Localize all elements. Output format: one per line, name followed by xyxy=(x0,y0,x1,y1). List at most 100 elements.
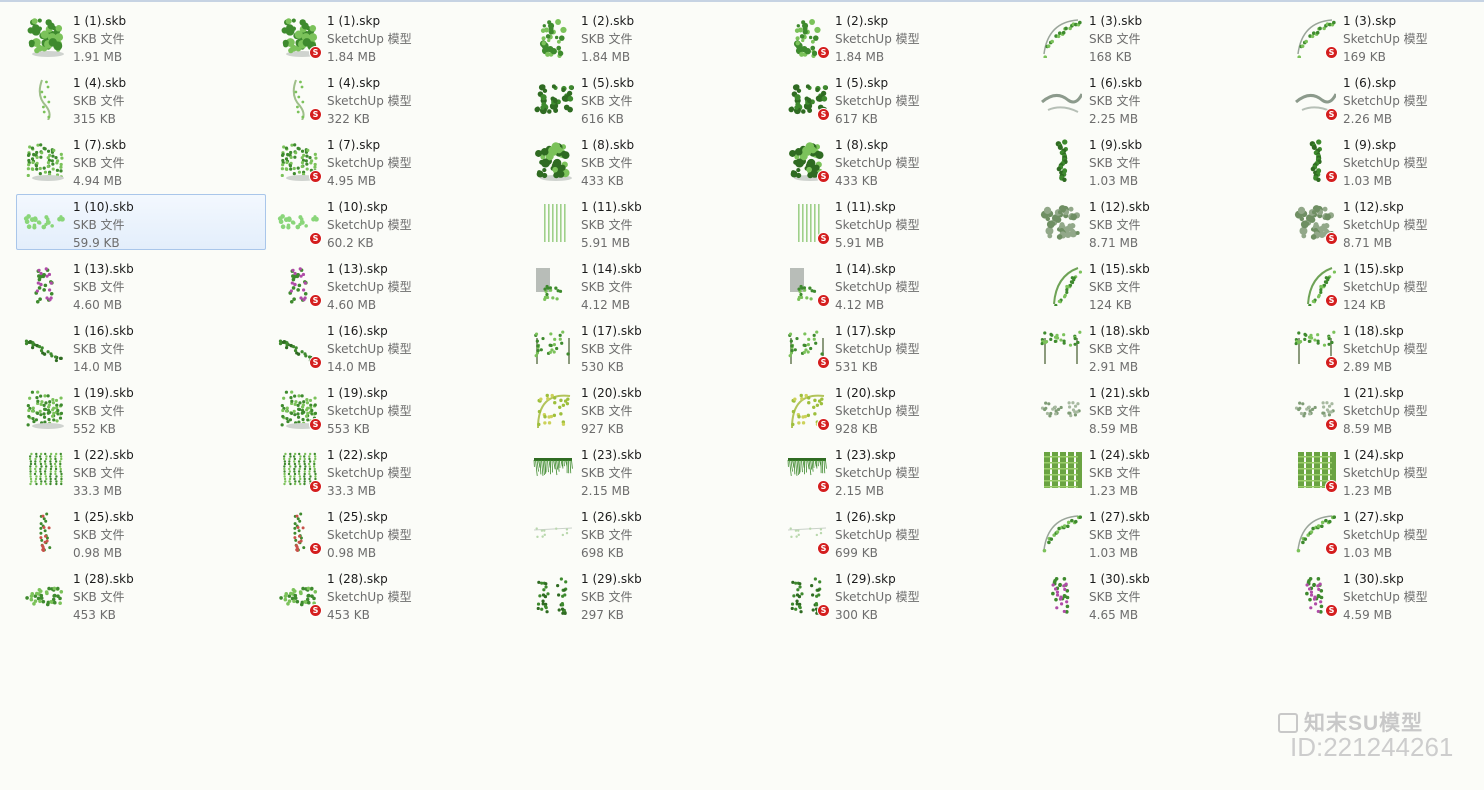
file-size: 2.15 MB xyxy=(581,484,631,498)
plant-preview-icon xyxy=(544,204,566,242)
file-details: 1 (29).skp SketchUp 模型 300 KB xyxy=(835,570,920,624)
file-item[interactable]: S 1 (1).skp SketchUp 模型 1.84 MB xyxy=(270,8,520,64)
file-details: 1 (23).skb SKB 文件 2.15 MB xyxy=(581,446,642,500)
file-type: SKB 文件 xyxy=(73,404,125,418)
file-item[interactable]: S 1 (23).skp SketchUp 模型 2.15 MB xyxy=(778,442,1028,498)
file-details: 1 (17).skp SketchUp 模型 531 KB xyxy=(835,322,920,376)
file-type: SKB 文件 xyxy=(581,466,633,480)
file-item[interactable]: S 1 (19).skp SketchUp 模型 553 KB xyxy=(270,380,520,436)
file-item[interactable]: 1 (22).skb SKB 文件 33.3 MB xyxy=(16,442,266,498)
file-name: 1 (22).skb xyxy=(73,448,134,462)
file-item[interactable]: 1 (20).skb SKB 文件 927 KB xyxy=(524,380,774,436)
file-size: 59.9 KB xyxy=(73,236,120,250)
file-item[interactable]: 1 (23).skb SKB 文件 2.15 MB xyxy=(524,442,774,498)
file-item[interactable]: S 1 (29).skp SketchUp 模型 300 KB xyxy=(778,566,1028,622)
sketchup-badge-icon: S xyxy=(1325,170,1338,183)
file-item[interactable]: 1 (29).skb SKB 文件 297 KB xyxy=(524,566,774,622)
file-item[interactable]: 1 (2).skb SKB 文件 1.84 MB xyxy=(524,8,774,64)
file-item[interactable]: 1 (14).skb SKB 文件 4.12 MB xyxy=(524,256,774,312)
file-item[interactable]: S 1 (25).skp SketchUp 模型 0.98 MB xyxy=(270,504,520,560)
file-item[interactable]: 1 (17).skb SKB 文件 530 KB xyxy=(524,318,774,374)
file-type: SketchUp 模型 xyxy=(1343,590,1428,604)
file-type: SKB 文件 xyxy=(1089,590,1141,604)
file-item[interactable]: S 1 (6).skp SketchUp 模型 2.26 MB xyxy=(1286,70,1484,126)
file-item[interactable]: 1 (28).skb SKB 文件 453 KB xyxy=(16,566,266,622)
file-size: 1.23 MB xyxy=(1089,484,1139,498)
sketchup-model-thumbnail: S xyxy=(276,510,322,555)
file-item[interactable]: S 1 (5).skp SketchUp 模型 617 KB xyxy=(778,70,1028,126)
file-type: SketchUp 模型 xyxy=(1343,32,1428,46)
file-item[interactable]: 1 (25).skb SKB 文件 0.98 MB xyxy=(16,504,266,560)
file-details: 1 (2).skb SKB 文件 1.84 MB xyxy=(581,12,634,66)
file-item[interactable]: 1 (19).skb SKB 文件 552 KB xyxy=(16,380,266,436)
file-item[interactable]: 1 (7).skb SKB 文件 4.94 MB xyxy=(16,132,266,188)
file-item[interactable]: 1 (8).skb SKB 文件 433 KB xyxy=(524,132,774,188)
file-item[interactable]: S 1 (27).skp SketchUp 模型 1.03 MB xyxy=(1286,504,1484,560)
file-item[interactable]: 1 (27).skb SKB 文件 1.03 MB xyxy=(1032,504,1282,560)
file-item[interactable]: S 1 (9).skp SketchUp 模型 1.03 MB xyxy=(1286,132,1484,188)
file-item[interactable]: S 1 (28).skp SketchUp 模型 453 KB xyxy=(270,566,520,622)
file-item[interactable]: 1 (4).skb SKB 文件 315 KB xyxy=(16,70,266,126)
file-size: 315 KB xyxy=(73,112,116,126)
file-type: SKB 文件 xyxy=(73,466,125,480)
file-name: 1 (29).skb xyxy=(581,572,642,586)
file-item[interactable]: S 1 (26).skp SketchUp 模型 699 KB xyxy=(778,504,1028,560)
file-size: 14.0 MB xyxy=(73,360,123,374)
file-item[interactable]: S 1 (18).skp SketchUp 模型 2.89 MB xyxy=(1286,318,1484,374)
plant-preview-icon xyxy=(27,18,64,57)
file-item[interactable]: 1 (26).skb SKB 文件 698 KB xyxy=(524,504,774,560)
file-details: 1 (30).skb SKB 文件 4.65 MB xyxy=(1089,570,1150,624)
file-size: 4.12 MB xyxy=(581,298,631,312)
file-item[interactable]: S 1 (30).skp SketchUp 模型 4.59 MB xyxy=(1286,566,1484,622)
plant-preview-icon xyxy=(1043,19,1082,58)
file-list[interactable]: 1 (1).skb SKB 文件 1.91 MB S 1 (1).skp SketchUp… xyxy=(0,0,1484,640)
sketchup-model-thumbnail: S xyxy=(276,262,322,307)
file-item[interactable]: S 1 (20).skp SketchUp 模型 928 KB xyxy=(778,380,1028,436)
file-item[interactable]: 1 (10).skb SKB 文件 59.9 KB xyxy=(16,194,266,250)
sketchup-model-thumbnail: S xyxy=(1292,14,1338,59)
file-item[interactable]: S 1 (2).skp SketchUp 模型 1.84 MB xyxy=(778,8,1028,64)
file-item[interactable]: 1 (3).skb SKB 文件 168 KB xyxy=(1032,8,1282,64)
sketchup-badge-icon: S xyxy=(309,108,322,121)
file-item[interactable]: S 1 (4).skp SketchUp 模型 322 KB xyxy=(270,70,520,126)
file-details: 1 (28).skp SketchUp 模型 453 KB xyxy=(327,570,412,624)
file-item[interactable]: 1 (12).skb SKB 文件 8.71 MB xyxy=(1032,194,1282,250)
file-item[interactable]: 1 (16).skb SKB 文件 14.0 MB xyxy=(16,318,266,374)
file-item[interactable]: S 1 (22).skp SketchUp 模型 33.3 MB xyxy=(270,442,520,498)
file-item[interactable]: S 1 (7).skp SketchUp 模型 4.95 MB xyxy=(270,132,520,188)
file-name: 1 (24).skb xyxy=(1089,448,1150,462)
file-item[interactable]: S 1 (17).skp SketchUp 模型 531 KB xyxy=(778,318,1028,374)
file-item[interactable]: 1 (24).skb SKB 文件 1.23 MB xyxy=(1032,442,1282,498)
file-item[interactable]: 1 (11).skb SKB 文件 5.91 MB xyxy=(524,194,774,250)
file-item[interactable]: 1 (15).skb SKB 文件 124 KB xyxy=(1032,256,1282,312)
file-item[interactable]: S 1 (10).skp SketchUp 模型 60.2 KB xyxy=(270,194,520,250)
file-name: 1 (3).skb xyxy=(1089,14,1143,28)
file-name: 1 (29).skp xyxy=(835,572,896,586)
file-details: 1 (13).skb SKB 文件 4.60 MB xyxy=(73,260,134,314)
file-item[interactable]: S 1 (13).skp SketchUp 模型 4.60 MB xyxy=(270,256,520,312)
file-item[interactable]: 1 (18).skb SKB 文件 2.91 MB xyxy=(1032,318,1282,374)
plant-preview-icon xyxy=(1044,452,1082,488)
file-item[interactable]: S 1 (21).skp SketchUp 模型 8.59 MB xyxy=(1286,380,1484,436)
file-item[interactable]: S 1 (14).skp SketchUp 模型 4.12 MB xyxy=(778,256,1028,312)
file-item[interactable]: S 1 (15).skp SketchUp 模型 124 KB xyxy=(1286,256,1484,312)
plant-preview-icon xyxy=(23,214,65,230)
file-item[interactable]: S 1 (24).skp SketchUp 模型 1.23 MB xyxy=(1286,442,1484,498)
plant-preview-icon xyxy=(1041,93,1082,113)
skb-file-thumbnail xyxy=(1038,262,1082,306)
file-item[interactable]: 1 (9).skb SKB 文件 1.03 MB xyxy=(1032,132,1282,188)
file-item[interactable]: 1 (1).skb SKB 文件 1.91 MB xyxy=(16,8,266,64)
file-item[interactable]: S 1 (8).skp SketchUp 模型 433 KB xyxy=(778,132,1028,188)
file-type: SketchUp 模型 xyxy=(835,590,920,604)
file-item[interactable]: S 1 (11).skp SketchUp 模型 5.91 MB xyxy=(778,194,1028,250)
file-item[interactable]: S 1 (3).skp SketchUp 模型 169 KB xyxy=(1286,8,1484,64)
plant-preview-icon xyxy=(533,458,573,476)
file-item[interactable]: 1 (6).skb SKB 文件 2.25 MB xyxy=(1032,70,1282,126)
file-item[interactable]: S 1 (12).skp SketchUp 模型 8.71 MB xyxy=(1286,194,1484,250)
file-item[interactable]: 1 (13).skb SKB 文件 4.60 MB xyxy=(16,256,266,312)
file-item[interactable]: 1 (30).skb SKB 文件 4.65 MB xyxy=(1032,566,1282,622)
file-item[interactable]: S 1 (16).skp SketchUp 模型 14.0 MB xyxy=(270,318,520,374)
file-item[interactable]: 1 (21).skb SKB 文件 8.59 MB xyxy=(1032,380,1282,436)
skb-file-thumbnail xyxy=(22,324,66,368)
file-item[interactable]: 1 (5).skb SKB 文件 616 KB xyxy=(524,70,774,126)
